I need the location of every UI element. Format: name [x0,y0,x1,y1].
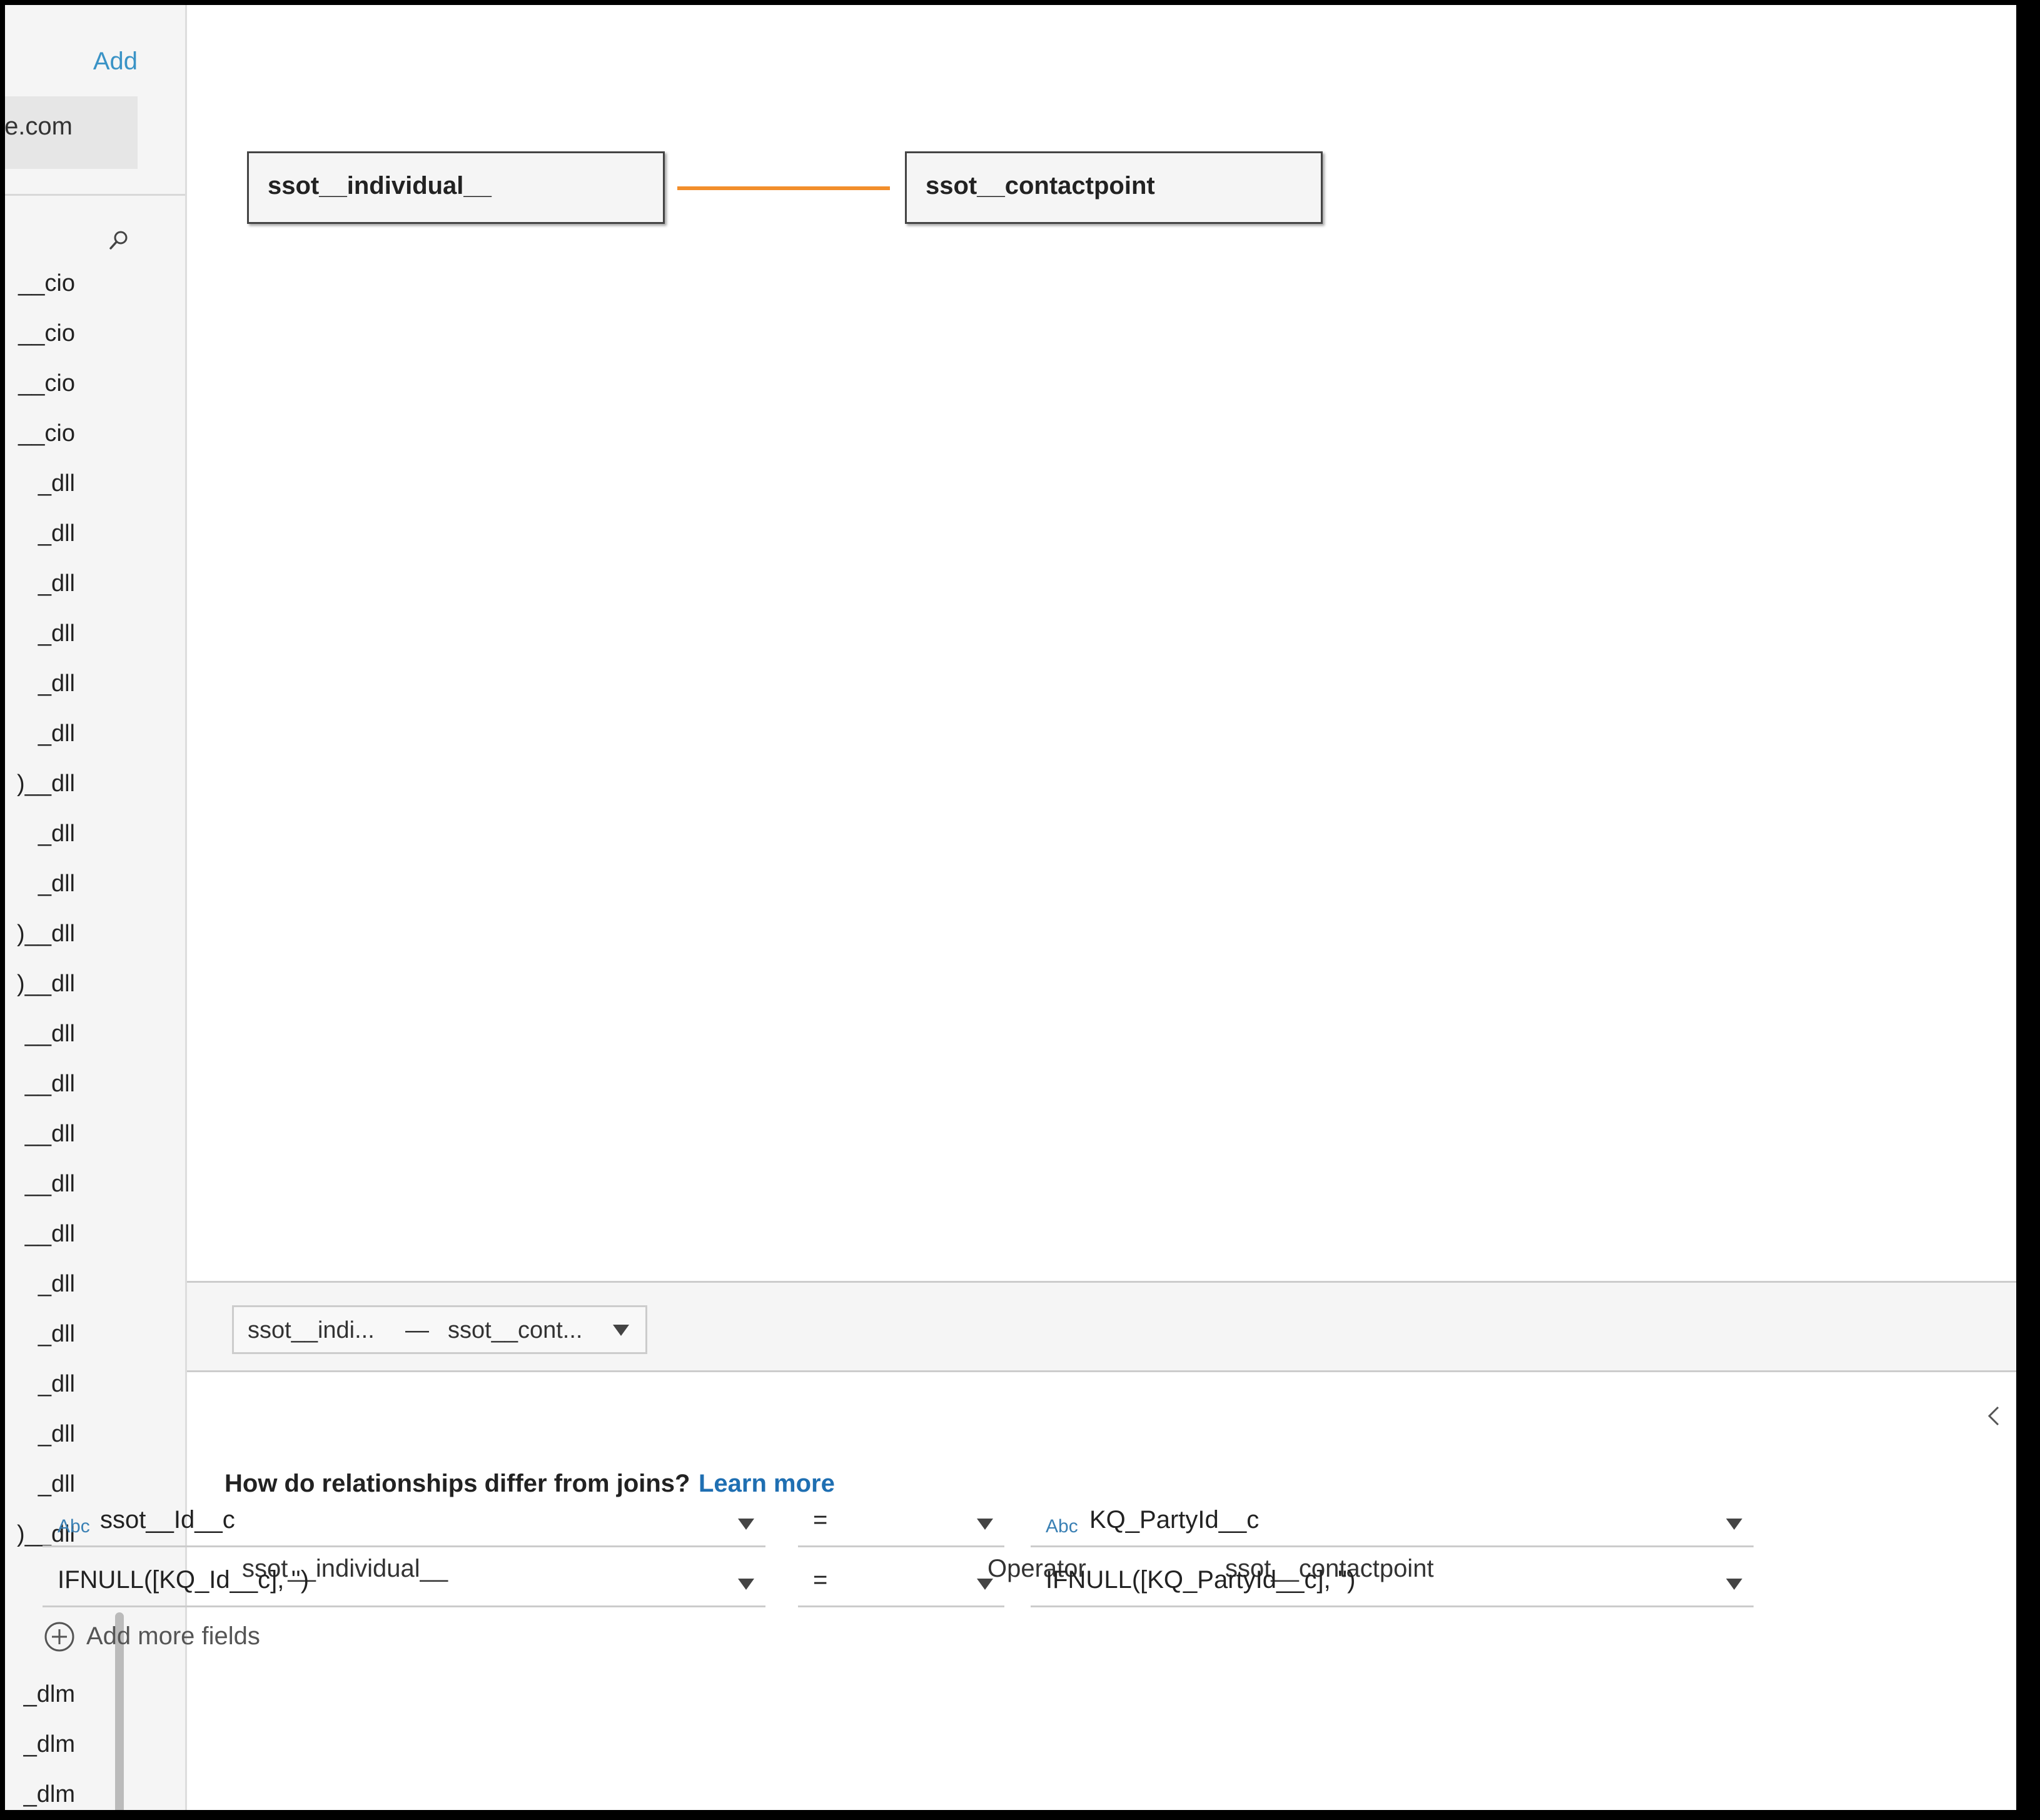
connection-label: e.com [5,113,73,140]
relationship-bar: ssot__indi... — ssot__cont... [187,1281,2016,1372]
panel-divider [5,194,185,196]
table-list-item[interactable]: _dlm [5,1779,180,1810]
table-list-item-label: __cio [18,370,75,397]
table-list-item[interactable]: _dll [5,818,180,856]
table-list-item-label: __dll [24,1021,75,1047]
table-node-right[interactable]: ssot__contactpoint [905,151,1323,224]
chevron-left-icon[interactable] [1984,1403,2003,1428]
table-list-item-label: _dll [38,520,75,547]
field-value: IFNULL([KQ_PartyId__c], '') [1046,1566,1356,1594]
table-list-item[interactable]: )__dll [5,918,180,956]
table-list-item-label: _dll [38,1321,75,1347]
field-value: ssot__Id__c [100,1506,235,1534]
add-connection-link[interactable]: Add [93,48,138,76]
relationship-canvas[interactable]: ssot__individual__ ssot__contactpoint [187,5,2016,1281]
table-list-item[interactable]: _dlm [5,1729,180,1766]
relationship-select-separator: — [405,1317,429,1343]
field-select-left-1[interactable]: Abc ssot__Id__c [43,1497,765,1547]
field-select-right-2[interactable]: IFNULL([KQ_PartyId__c], '') [1031,1557,1754,1607]
table-list-item[interactable]: __cio [5,368,180,405]
table-node-left[interactable]: ssot__individual__ [247,151,665,224]
table-list-item[interactable]: )__dll [5,968,180,1006]
table-list-item-label: __dll [24,1221,75,1247]
table-list-item[interactable]: __cio [5,418,180,455]
operator-select-1[interactable]: = [798,1497,1004,1547]
table-list-item[interactable]: _dll [5,518,180,555]
table-list-item-label: _dll [38,871,75,897]
table-list-item-label: __dll [24,1121,75,1147]
table-list-item[interactable]: _dll [5,718,180,756]
table-list-item-label: __cio [18,320,75,346]
table-list-item[interactable]: __dll [5,1218,180,1256]
table-list-item[interactable]: __dll [5,1168,180,1206]
table-list-item-label: _dll [38,720,75,747]
dropdown-arrow-icon [738,1519,754,1530]
table-list-item-label: )__dll [17,971,75,997]
table-list-item[interactable]: _dll [5,618,180,655]
table-list-item-label: __dll [24,1071,75,1097]
table-list-item-label: _dll [38,1421,75,1447]
table-list-item[interactable]: _dll [5,1368,180,1406]
table-list-item-label: _dll [38,570,75,597]
dropdown-arrow-icon [1726,1579,1742,1590]
relationship-select-left: ssot__indi... [248,1317,375,1343]
table-list-item-label: __cio [18,270,75,296]
table-list-item-label: _dll [38,670,75,697]
table-list-item[interactable]: __dll [5,1068,180,1106]
table-list-item[interactable]: _dll [5,1318,180,1356]
dropdown-arrow-icon [977,1579,993,1590]
operator-value: = [813,1566,828,1594]
table-list-item[interactable]: _dlm [5,1679,180,1716]
dropdown-arrow-icon [738,1579,754,1590]
table-node-left-label: ssot__individual__ [268,172,492,200]
relationships-question: How do relationships differ from joins? [225,1470,690,1497]
operator-select-2[interactable]: = [798,1557,1004,1607]
table-list-item-label: _dlm [23,1731,75,1757]
table-list-item[interactable]: _dll [5,868,180,906]
search-icon[interactable] [106,228,131,253]
table-list-item-label: )__dll [17,921,75,947]
relationship-select-right: ssot__cont... [448,1317,583,1343]
relationship-line[interactable] [677,186,890,190]
table-list-item[interactable]: __cio [5,268,180,305]
table-list-item-label: _dll [38,1471,75,1497]
dropdown-arrow-icon [613,1325,629,1336]
table-list-item[interactable]: )__dll [5,768,180,806]
table-list-item-label: _dll [38,1271,75,1297]
string-type-icon: Abc [58,1516,90,1537]
table-list-item[interactable]: _dll [5,1418,180,1456]
app-window: Add e.com __cio __cio __cio __cio _dll _dll _d… [5,5,2016,1810]
dropdown-arrow-icon [977,1519,993,1530]
field-select-right-1[interactable]: Abc KQ_PartyId__c [1031,1497,1754,1547]
field-value: KQ_PartyId__c [1089,1506,1260,1534]
dropdown-arrow-icon [1726,1519,1742,1530]
field-select-left-2[interactable]: IFNULL([KQ_Id__c], '') [43,1557,765,1607]
table-list-item[interactable]: _dll [5,1268,180,1306]
add-more-fields-label: Add more fields [86,1622,260,1650]
table-list-item[interactable]: __dll [5,1118,180,1156]
learn-more-link[interactable]: Learn more [699,1470,835,1498]
string-type-icon: Abc [1046,1516,1078,1537]
relationship-select[interactable]: ssot__indi... — ssot__cont... [232,1305,647,1354]
operator-value: = [813,1506,828,1534]
table-list-item-label: _dlm [23,1781,75,1807]
table-list-item-label: _dll [38,1371,75,1397]
table-list-item[interactable]: __cio [5,318,180,355]
table-list-item-label: _dlm [23,1681,75,1707]
connection-item[interactable]: e.com [5,96,138,169]
table-list-item-label: _dll [38,470,75,497]
table-list-item[interactable]: _dll [5,668,180,705]
table-list-item[interactable]: _dll [5,468,180,505]
table-list-item-label: _dll [38,821,75,847]
table-list-item-label: _dll [38,620,75,647]
table-list-item-label: __dll [24,1171,75,1197]
table-list-item-label: __cio [18,420,75,447]
table-node-right-label: ssot__contactpoint [926,172,1155,200]
table-list-item[interactable]: __dll [5,1018,180,1056]
add-circle-icon [44,1622,74,1652]
table-list-item[interactable]: _dll [5,568,180,605]
field-value: IFNULL([KQ_Id__c], '') [58,1566,310,1594]
table-list-item-label: )__dll [17,771,75,797]
